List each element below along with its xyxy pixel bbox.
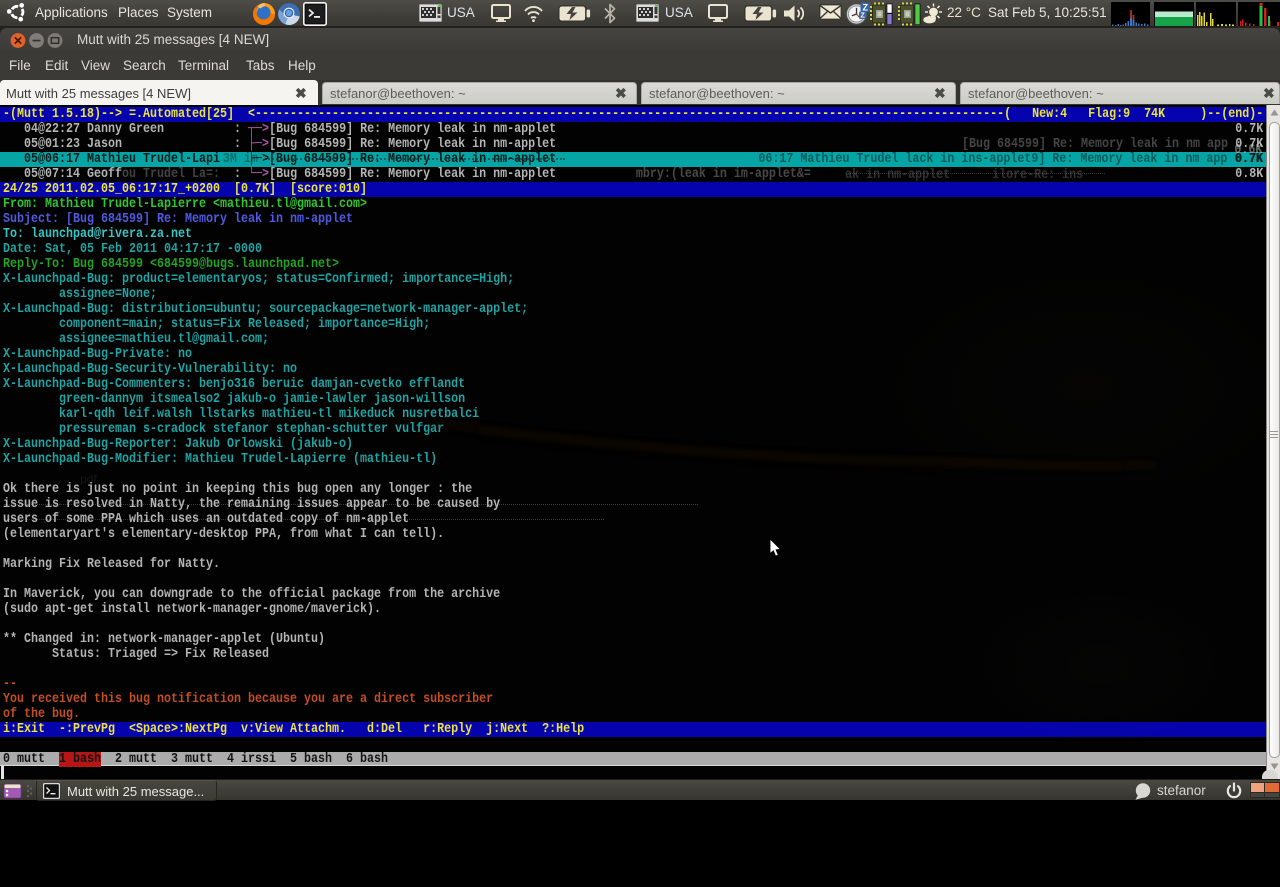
- svg-text:Z: Z: [861, 13, 866, 20]
- svg-text:Z: Z: [862, 2, 868, 12]
